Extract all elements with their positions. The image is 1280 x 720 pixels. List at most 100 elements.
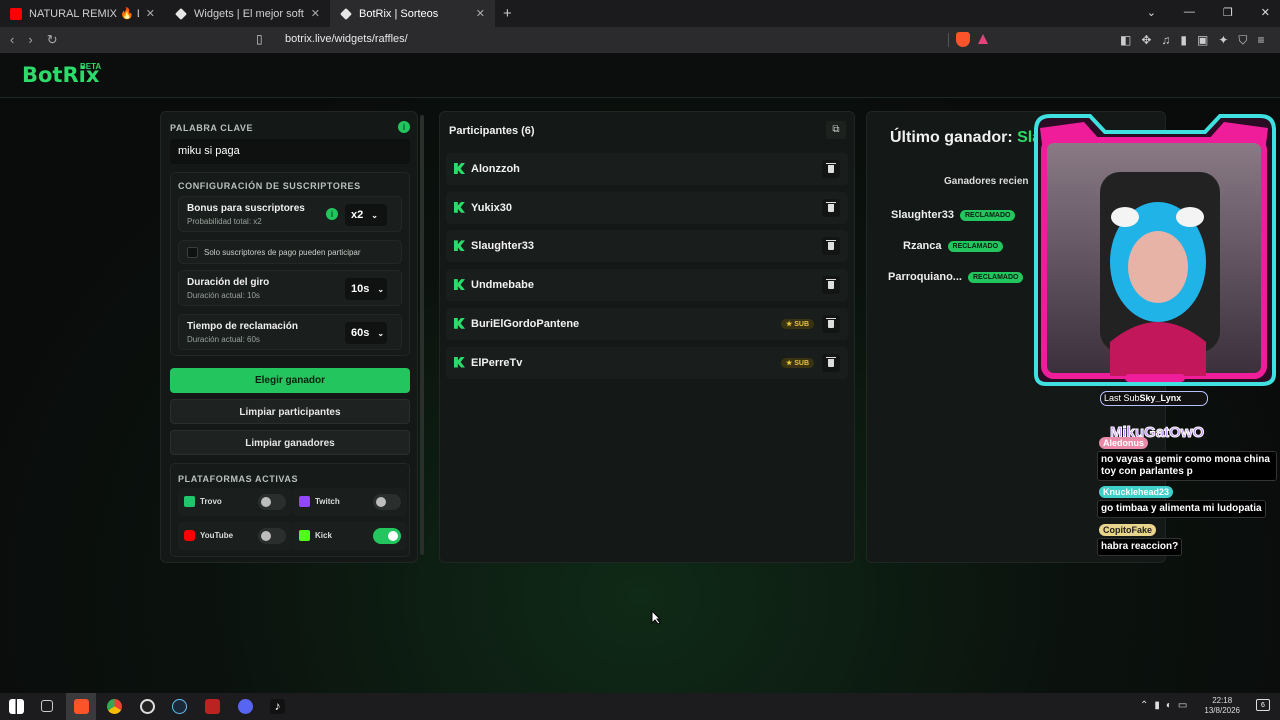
windows-taskbar: ♪ ⌃▮◐▭ 22:18 13/8/2026 6 <box>0 693 1280 720</box>
tab-widgets[interactable]: Widgets | El mejor software para pot ✕ <box>165 0 330 27</box>
participant-name: BuriElGordoPantene <box>471 317 580 330</box>
winner-name: Slaughter33 <box>891 209 954 221</box>
trash-icon[interactable] <box>822 160 840 178</box>
spin-value: 10s <box>351 283 370 295</box>
chat-username: Knucklehead23 <box>1099 486 1174 498</box>
extension-icon[interactable]: ◧ <box>1120 33 1131 48</box>
chevron-down-icon: ⌄ <box>377 284 385 294</box>
subscriber-config: CONFIGURACIÓN DE SUSCRIPTORES Bonus para… <box>170 172 410 356</box>
claimed-badge: RECLAMADO <box>967 271 1024 283</box>
twitch-toggle[interactable] <box>373 494 401 510</box>
brave-icon[interactable] <box>74 699 89 714</box>
music-icon[interactable]: ♫ <box>1161 33 1170 48</box>
platform-name: Trovo <box>200 497 222 506</box>
task-view-icon[interactable] <box>41 700 53 712</box>
twitch-icon <box>299 496 310 507</box>
platform-twitch: Twitch <box>293 488 407 516</box>
info-icon[interactable]: i <box>398 121 410 133</box>
windows-start-icon[interactable] <box>9 699 24 714</box>
bonus-select[interactable]: x2 ⌄ <box>345 204 387 226</box>
info-icon[interactable]: i <box>326 208 338 220</box>
close-icon[interactable]: ✕ <box>311 7 320 20</box>
brave-rewards-icon[interactable] <box>978 34 988 44</box>
new-tab-icon[interactable]: + <box>495 5 520 22</box>
close-icon[interactable]: ✕ <box>146 7 155 20</box>
only-subs-card[interactable]: Solo suscriptores de pago pueden partici… <box>178 240 402 264</box>
tiktok-icon[interactable]: ♪ <box>270 699 285 714</box>
winner-row: Parroquiano... RECLAMADO <box>888 271 1024 283</box>
checkbox[interactable] <box>187 247 198 258</box>
bookmark-icon[interactable]: ▯ <box>256 32 263 46</box>
reload-icon[interactable]: ↻ <box>47 32 58 48</box>
copy-icon[interactable]: ⧉ <box>826 121 846 139</box>
claim-title: Tiempo de reclamación <box>187 321 298 332</box>
spin-select[interactable]: 10s ⌄ <box>345 278 387 300</box>
botrix-icon <box>340 7 352 20</box>
obs-icon[interactable] <box>140 699 155 714</box>
winner-row: Slaughter33 RECLAMADO <box>891 209 1016 221</box>
kick-toggle[interactable] <box>373 528 401 544</box>
pick-winner-button[interactable]: Elegir ganador <box>170 368 410 393</box>
notification-icon[interactable]: 6 <box>1256 699 1270 711</box>
chrome-icon[interactable] <box>107 699 122 714</box>
keyword-input[interactable]: miku si paga <box>170 139 410 164</box>
tab-title: NATURAL REMIX 🔥 DOBLE TONO 🔥 <box>29 8 139 20</box>
restore-icon[interactable]: ❐ <box>1223 6 1233 19</box>
chevron-down-icon[interactable]: ⌄ <box>1147 6 1156 19</box>
close-icon[interactable]: ✕ <box>1261 6 1270 19</box>
trash-icon[interactable] <box>822 237 840 256</box>
ai-icon[interactable]: ✦ <box>1218 33 1228 48</box>
last-winner-label: Último ganador: <box>890 129 1013 146</box>
browser-tab-bar: NATURAL REMIX 🔥 DOBLE TONO 🔥 ✕ Widgets |… <box>0 0 1280 27</box>
trash-icon[interactable] <box>822 314 840 333</box>
winner-name: Rzanca <box>903 240 942 252</box>
wallet-icon[interactable]: ▣ <box>1197 33 1208 48</box>
forward-icon[interactable]: › <box>28 32 32 48</box>
recent-winners-label: Ganadores recien <box>944 176 1029 187</box>
participant-row: Alonzzoh <box>446 153 848 185</box>
clear-winners-button[interactable]: Limpiar ganadores <box>170 430 410 455</box>
clock-time: 22:18 <box>1212 696 1233 705</box>
url-field[interactable]: botrix.live/widgets/raffles/ <box>285 33 408 45</box>
divider <box>948 33 949 47</box>
tray-icons: ⌃▮◐▭ <box>1140 700 1194 711</box>
participant-name: Yukix30 <box>471 201 512 214</box>
steam-icon[interactable] <box>172 699 187 714</box>
tab-raffles[interactable]: BotRix | Sorteos ✕ <box>330 0 495 27</box>
participant-row: Yukix30 <box>446 191 848 224</box>
chat-message: no vayas a gemir como mona china toy con… <box>1097 451 1277 481</box>
clock-date: 13/8/2026 <box>1204 706 1240 715</box>
puzzle-icon[interactable]: ✥ <box>1141 33 1151 48</box>
dota-icon[interactable] <box>205 699 220 714</box>
webcam-frame <box>1034 114 1276 386</box>
youtube-icon <box>184 530 195 541</box>
trash-icon[interactable] <box>822 276 840 295</box>
address-bar: ‹ › ↻ ▯ botrix.live/widgets/raffles/ ◧ ✥… <box>0 27 1280 53</box>
chat-message: habra reaccion? <box>1097 538 1183 556</box>
claim-select[interactable]: 60s ⌄ <box>345 322 387 344</box>
sidebar-icon[interactable]: ▮ <box>1180 33 1187 48</box>
back-icon[interactable]: ‹ <box>10 32 14 48</box>
scrollbar[interactable] <box>420 115 424 555</box>
tab-title: Widgets | El mejor software para pot <box>194 7 304 20</box>
youtube-toggle[interactable] <box>258 528 286 544</box>
brave-shields-icon[interactable] <box>956 32 970 47</box>
participants-title: Participantes (6) <box>449 125 535 137</box>
kick-icon <box>454 317 465 329</box>
discord-icon[interactable] <box>238 699 253 714</box>
trash-icon[interactable] <box>822 198 840 217</box>
tab-youtube[interactable]: NATURAL REMIX 🔥 DOBLE TONO 🔥 ✕ <box>0 0 165 27</box>
chat-message: go timbaa y alimenta mi ludopatia <box>1097 500 1266 518</box>
clear-participants-button[interactable]: Limpiar participantes <box>170 399 410 424</box>
claimed-badge: RECLAMADO <box>947 240 1004 252</box>
clock[interactable]: 22:18 13/8/2026 <box>1204 696 1240 716</box>
vpn-icon[interactable]: ⛉ <box>1238 33 1247 48</box>
menu-icon[interactable]: ≡ <box>1257 33 1264 48</box>
trovo-toggle[interactable] <box>258 494 286 510</box>
only-subs-label: Solo suscriptores de pago pueden partici… <box>204 248 361 257</box>
participant-name: ElPerreTv <box>471 356 523 369</box>
youtube-icon <box>10 7 22 20</box>
trash-icon[interactable] <box>822 353 840 372</box>
minimize-icon[interactable]: — <box>1184 6 1195 19</box>
close-icon[interactable]: ✕ <box>476 7 485 20</box>
